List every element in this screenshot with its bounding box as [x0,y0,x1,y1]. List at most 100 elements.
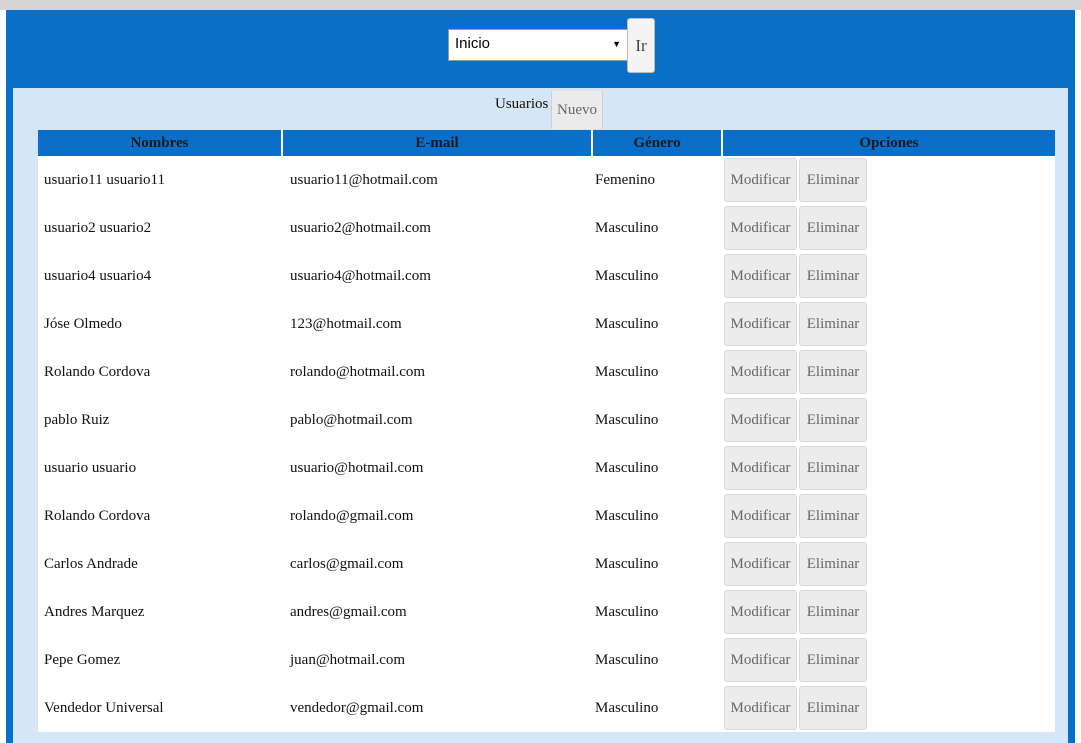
cell-gender: Masculino [595,363,659,380]
cell-options: Modificar Eliminar [722,684,1055,732]
modify-button[interactable]: Modificar [724,158,797,202]
delete-button[interactable]: Eliminar [799,254,867,298]
cell-options: Modificar Eliminar [722,396,1055,444]
go-button[interactable]: Ir [627,18,655,73]
cell-options: Modificar Eliminar [722,492,1055,540]
table-row: usuario2 usuario2 usuario2@hotmail.com Mas… [38,204,1055,252]
cell-gender: Masculino [595,219,659,236]
cell-email: andres@gmail.com [290,603,407,620]
cell-email: juan@hotmail.com [290,651,406,668]
table-row: Rolando Cordova rolando@hotmail.com Mascul… [38,348,1055,396]
cell-options: Modificar Eliminar [722,588,1055,636]
column-header-email: E-mail [282,130,593,156]
cell-gender: Masculino [595,411,659,428]
modify-button[interactable]: Modificar [724,302,797,346]
cell-options: Modificar Eliminar [722,636,1055,684]
cell-email: 123@hotmail.com [290,315,402,332]
cell-name: Pepe Gomez [44,651,121,668]
section-header: Usuarios Nuevo [13,88,1068,130]
cell-options: Modificar Eliminar [722,204,1055,252]
table-row: pablo Ruiz pablo@hotmail.com Masculino Modi… [38,396,1055,444]
delete-button[interactable]: Eliminar [799,590,867,634]
users-panel: Usuarios Nuevo Nombres E-mail Género Opc… [13,88,1068,743]
new-user-button[interactable]: Nuevo [551,91,603,129]
cell-name: Rolando Cordova [44,507,151,524]
cell-options: Modificar Eliminar [722,540,1055,588]
table-header-row: Nombres E-mail Género Opciones [38,130,1055,156]
modify-button[interactable]: Modificar [724,206,797,250]
cell-gender: Masculino [595,555,659,572]
cell-options: Modificar Eliminar [722,156,1055,204]
cell-email: rolando@gmail.com [290,507,414,524]
cell-gender: Masculino [595,603,659,620]
cell-gender: Masculino [595,507,659,524]
cell-name: Vendedor Universal [44,699,164,716]
modify-button[interactable]: Modificar [724,590,797,634]
cell-name: usuario11 usuario11 [44,171,165,188]
cell-options: Modificar Eliminar [722,252,1055,300]
column-header-gender: Género [592,130,723,156]
browser-top-strip [0,0,1081,10]
table-row: Andres Marquez andres@gmail.com Masculino M… [38,588,1055,636]
navigation-bar: Inicio ▼ Ir [6,10,1075,88]
table-row: Pepe Gomez juan@hotmail.com Masculino Modif… [38,636,1055,684]
column-header-names: Nombres [38,130,283,156]
cell-name: usuario4 usuario4 [44,267,152,284]
table-row: usuario usuario usuario@hotmail.com Mascul… [38,444,1055,492]
modify-button[interactable]: Modificar [724,686,797,730]
users-table: Nombres E-mail Género Opciones usuario11… [38,130,1055,732]
cell-email: usuario2@hotmail.com [290,219,431,236]
cell-gender: Masculino [595,651,659,668]
cell-options: Modificar Eliminar [722,300,1055,348]
cell-email: rolando@hotmail.com [290,363,426,380]
delete-button[interactable]: Eliminar [799,350,867,394]
table-row: usuario4 usuario4 usuario4@hotmail.com Mas… [38,252,1055,300]
cell-name: usuario usuario [44,459,137,476]
cell-email: usuario11@hotmail.com [290,171,438,188]
delete-button[interactable]: Eliminar [799,398,867,442]
dropdown-arrow-icon: ▼ [612,39,621,49]
page-select[interactable]: Inicio ▼ [448,29,628,61]
table-row: Jóse Olmedo 123@hotmail.com Masculino Modif… [38,300,1055,348]
cell-name: pablo Ruiz [44,411,110,428]
cell-email: vendedor@gmail.com [290,699,424,716]
cell-options: Modificar Eliminar [722,444,1055,492]
modify-button[interactable]: Modificar [724,350,797,394]
cell-email: carlos@gmail.com [290,555,404,572]
table-row: Carlos Andrade carlos@gmail.com Masculino M… [38,540,1055,588]
cell-name: Andres Marquez [44,603,145,620]
cell-gender: Masculino [595,267,659,284]
delete-button[interactable]: Eliminar [799,206,867,250]
delete-button[interactable]: Eliminar [799,686,867,730]
cell-name: Carlos Andrade [44,555,138,572]
delete-button[interactable]: Eliminar [799,158,867,202]
delete-button[interactable]: Eliminar [799,638,867,682]
section-title: Usuarios [495,96,549,112]
cell-name: usuario2 usuario2 [44,219,152,236]
modify-button[interactable]: Modificar [724,638,797,682]
cell-gender: Masculino [595,315,659,332]
table-row: Vendedor Universal vendedor@gmail.com Masc… [38,684,1055,732]
cell-email: usuario4@hotmail.com [290,267,431,284]
cell-email: pablo@hotmail.com [290,411,413,428]
cell-name: Jóse Olmedo [44,315,122,332]
modify-button[interactable]: Modificar [724,446,797,490]
cell-gender: Masculino [595,459,659,476]
table-row: usuario11 usuario11 usuario11@hotmail.com… [38,156,1055,204]
cell-options: Modificar Eliminar [722,348,1055,396]
delete-button[interactable]: Eliminar [799,302,867,346]
delete-button[interactable]: Eliminar [799,494,867,538]
cell-name: Rolando Cordova [44,363,151,380]
cell-email: usuario@hotmail.com [290,459,424,476]
cell-gender: Femenino [595,171,655,188]
modify-button[interactable]: Modificar [724,494,797,538]
page-frame: Inicio ▼ Ir Usuarios Nuevo Nombres E-mai… [6,10,1075,743]
column-header-options: Opciones [722,130,1055,156]
modify-button[interactable]: Modificar [724,398,797,442]
cell-gender: Masculino [595,699,659,716]
delete-button[interactable]: Eliminar [799,446,867,490]
delete-button[interactable]: Eliminar [799,542,867,586]
modify-button[interactable]: Modificar [724,542,797,586]
table-row: Rolando Cordova rolando@gmail.com Masculin… [38,492,1055,540]
modify-button[interactable]: Modificar [724,254,797,298]
